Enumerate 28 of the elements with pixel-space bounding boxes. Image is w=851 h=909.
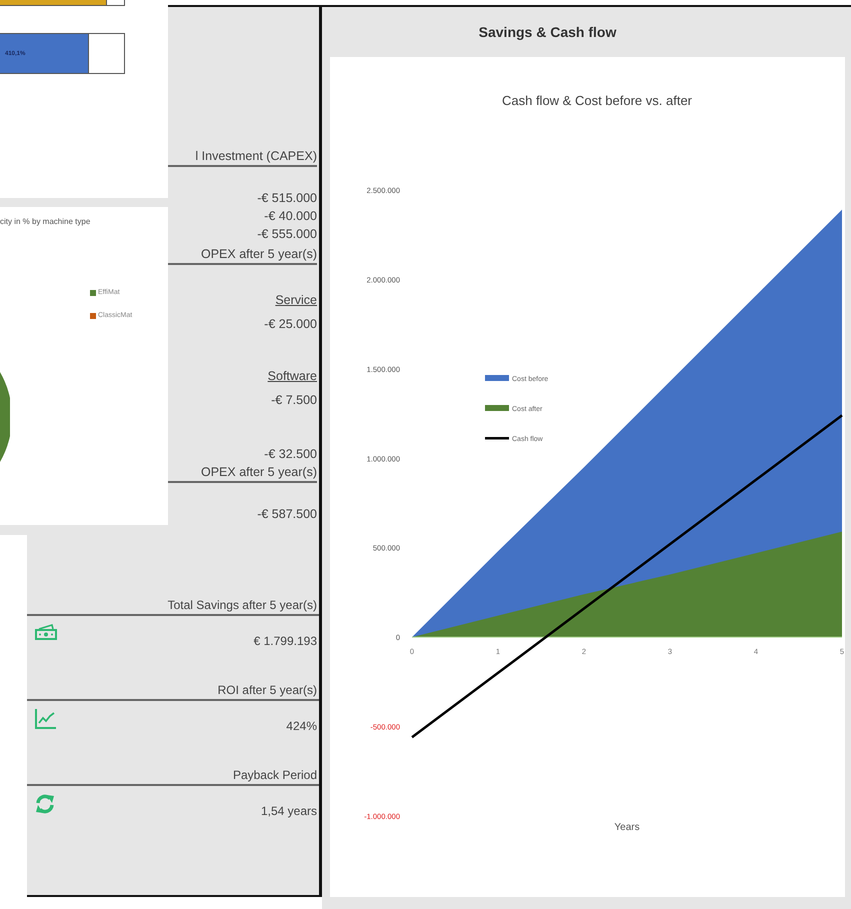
cost-text: -€ 40.000	[264, 208, 317, 225]
cost-text: -€ 587.500	[257, 506, 317, 523]
cost-text: OPEX after 5 year(s)	[200, 464, 317, 481]
cost-text: -€ 25.000	[264, 316, 317, 333]
kpi-label: Payback Period	[27, 767, 319, 786]
money-icon	[35, 624, 57, 640]
legend-line	[485, 437, 509, 440]
cost-text: Software	[268, 368, 317, 385]
cost-text: -€ 32.500	[264, 446, 317, 463]
kpi-value: 424%	[286, 719, 317, 733]
kpi-label: ROI after 5 year(s)	[27, 682, 319, 701]
cost-text: Service	[275, 292, 317, 309]
chart-title: city in % by machine type	[0, 216, 92, 226]
cost-text: -€ 7.500	[271, 392, 317, 409]
legend-swatch	[485, 375, 509, 381]
cost-text: OPEX after 5 year(s)	[200, 246, 317, 263]
kpi-label: Total Savings after 5 year(s)	[27, 597, 319, 616]
kpi-value: € 1.799.193	[254, 634, 317, 648]
cost-text: -€ 515.000	[257, 190, 317, 207]
cost-text: -€ 555.000	[257, 226, 317, 243]
line-chart-icon	[35, 709, 57, 729]
legend-swatch	[485, 405, 509, 411]
kpi-value: 1,54 years	[260, 804, 317, 818]
cost-text: l Investment (CAPEX)	[195, 148, 317, 165]
refresh-icon	[35, 794, 55, 814]
panel-title: Savings & Cash flow	[478, 23, 618, 42]
chart-title: Cash flow & Cost before vs. after	[502, 93, 692, 108]
axis-title: Years	[614, 822, 640, 833]
